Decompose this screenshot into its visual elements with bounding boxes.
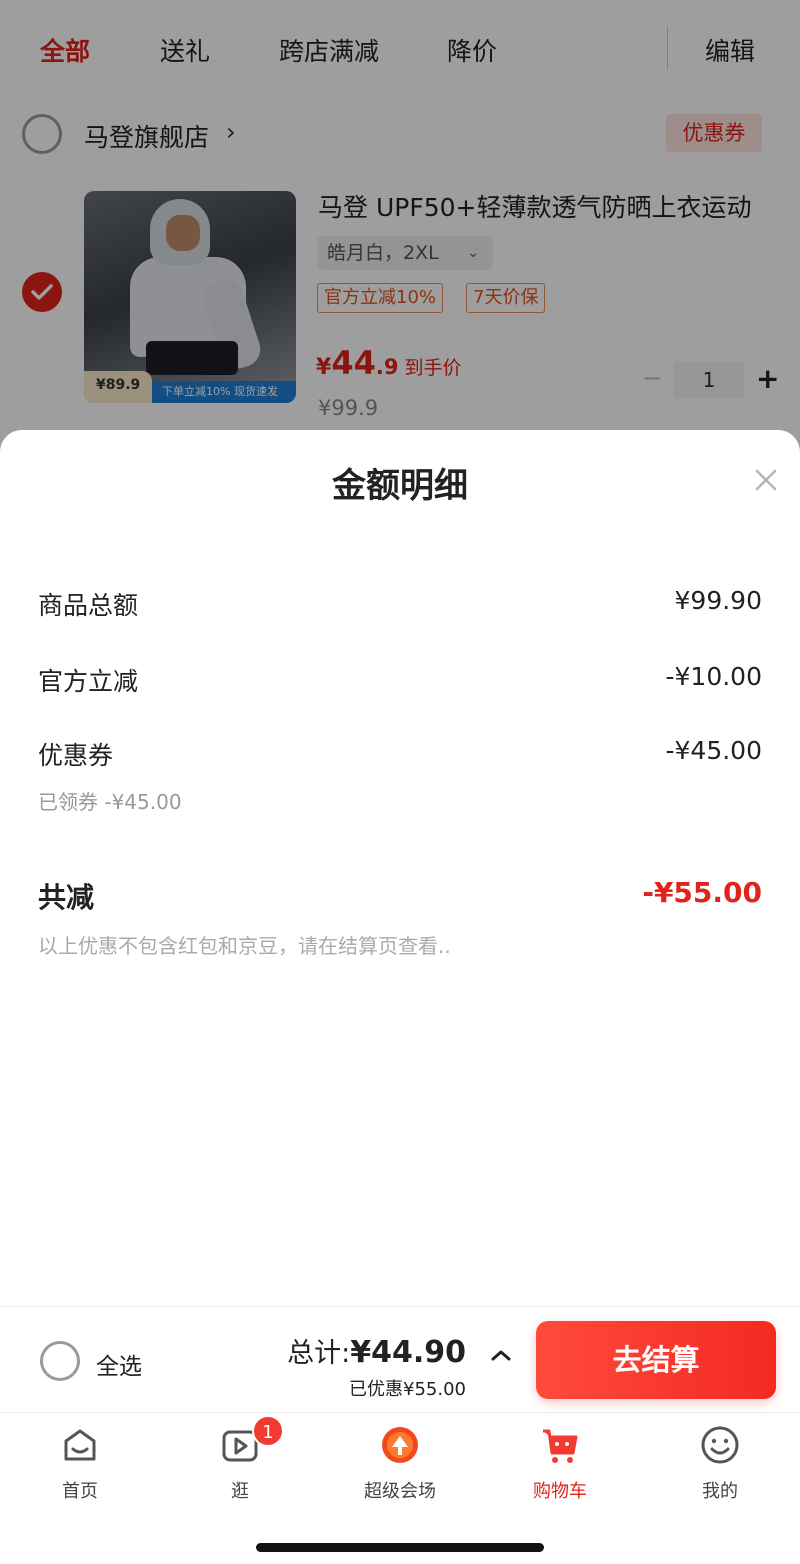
store-select-radio[interactable] bbox=[22, 114, 62, 154]
tab-price-drop[interactable]: 降价 bbox=[447, 32, 497, 68]
price-decimal: .9 bbox=[375, 355, 399, 379]
store-name[interactable]: 马登旗舰店 bbox=[84, 118, 209, 154]
checkmark-icon bbox=[31, 284, 53, 300]
chevron-down-icon: ⌄ bbox=[467, 245, 479, 261]
product-image[interactable]: ¥89.9 下单立减10% 现货速发 bbox=[84, 191, 296, 403]
coupon-label: 优惠券 bbox=[38, 741, 114, 770]
product-title[interactable]: 马登 UPF50+轻薄款透气防晒上衣运动 bbox=[318, 188, 751, 224]
select-all-label[interactable]: 全选 bbox=[96, 1347, 142, 1381]
nav-label-home: 首页 bbox=[62, 1481, 98, 1502]
home-indicator[interactable] bbox=[256, 1543, 544, 1552]
nav-item-cart[interactable]: 购物车 bbox=[500, 1421, 620, 1502]
item-checked-checkbox[interactable] bbox=[22, 272, 62, 312]
notification-badge: 1 bbox=[252, 1415, 284, 1447]
coupon-value: -¥45.00 bbox=[665, 736, 763, 765]
total-label: 总计: bbox=[287, 1338, 351, 1369]
store-coupon-button[interactable]: 优惠券 bbox=[666, 114, 762, 152]
total-value: ¥44.90 bbox=[350, 1335, 466, 1370]
goods-total-label: 商品总额 bbox=[38, 591, 139, 620]
nav-label-cart: 购物车 bbox=[533, 1481, 587, 1502]
bottom-nav: 首页 1 逛 超级会场 购物车 我的 bbox=[0, 1412, 800, 1564]
official-discount-value: -¥10.00 bbox=[665, 662, 763, 691]
close-icon[interactable] bbox=[752, 466, 780, 494]
image-promo-banner: 下单立减10% 现货速发 bbox=[152, 381, 296, 403]
chevron-up-icon[interactable] bbox=[488, 1345, 514, 1365]
image-price-badge: ¥89.9 bbox=[84, 371, 152, 403]
price-label: 到手价 bbox=[404, 357, 462, 379]
official-discount-label: 官方立减 bbox=[38, 667, 139, 696]
cart-page-background: 全部 送礼 跨店满减 降价 编辑 马登旗舰店 › 优惠券 ¥89.9 下单立减1… bbox=[0, 0, 800, 470]
coupon-claimed-note: 已领券 -¥45.00 bbox=[38, 790, 182, 814]
tab-divider bbox=[667, 26, 668, 70]
home-icon bbox=[64, 1429, 96, 1461]
goods-total-value: ¥99.90 bbox=[674, 586, 762, 615]
nav-item-home[interactable]: 首页 bbox=[20, 1421, 140, 1502]
nav-label-super-venue: 超级会场 bbox=[364, 1481, 436, 1502]
nav-label-profile: 我的 bbox=[702, 1481, 738, 1502]
promo-tag-official-discount: 官方立减10% bbox=[317, 283, 444, 313]
total-discount-value: -¥55.00 bbox=[642, 876, 762, 909]
discount-note: 以上优惠不包含红包和京豆，请在结算页查看.. bbox=[38, 934, 451, 958]
checkout-button[interactable]: 去结算 bbox=[536, 1321, 776, 1399]
filter-tabs: 全部 送礼 跨店满减 降价 编辑 bbox=[0, 0, 800, 95]
total-discount-label: 共减 bbox=[38, 881, 95, 914]
tab-all[interactable]: 全部 bbox=[40, 32, 90, 68]
original-price: ¥99.9 bbox=[318, 396, 379, 420]
final-price: ¥44.9 到手价 bbox=[316, 344, 461, 382]
saved-amount: 已优惠¥55.00 bbox=[349, 1379, 466, 1400]
quantity-increase-button[interactable]: + bbox=[756, 362, 779, 395]
store-row: 马登旗舰店 › 优惠券 bbox=[0, 110, 800, 160]
checkout-bar: 全选 总计:¥44.90 已优惠¥55.00 去结算 bbox=[0, 1306, 800, 1412]
amount-detail-sheet: 金额明细 商品总额 ¥99.90 官方立减 -¥10.00 优惠券 -¥45.0… bbox=[0, 430, 800, 1306]
chevron-right-icon: › bbox=[226, 118, 236, 146]
promo-tag-price-protect: 7天价保 bbox=[466, 283, 546, 313]
edit-button[interactable]: 编辑 bbox=[705, 32, 755, 68]
image-badge-price: ¥89.9 bbox=[96, 377, 141, 393]
tab-gift[interactable]: 送礼 bbox=[160, 32, 210, 68]
variant-label: 皓月白，2XL bbox=[327, 242, 439, 264]
profile-icon bbox=[701, 1426, 739, 1464]
select-all-radio[interactable] bbox=[40, 1341, 80, 1381]
price-integer: 44 bbox=[331, 344, 376, 382]
order-total: 总计:¥44.90 bbox=[287, 1331, 466, 1370]
quantity-decrease-button[interactable]: − bbox=[642, 364, 662, 392]
nav-item-profile[interactable]: 我的 bbox=[660, 1421, 780, 1502]
variant-selector[interactable]: 皓月白，2XL ⌄ bbox=[317, 236, 493, 270]
nav-item-explore[interactable]: 1 逛 bbox=[180, 1415, 300, 1502]
nav-label-explore: 逛 bbox=[231, 1481, 249, 1502]
cart-icon bbox=[543, 1429, 578, 1463]
sheet-title: 金额明细 bbox=[332, 466, 468, 506]
nav-item-super-venue[interactable]: 超级会场 bbox=[340, 1421, 460, 1502]
price-currency: ¥ bbox=[316, 355, 332, 380]
tab-cross-store-discount[interactable]: 跨店满减 bbox=[279, 32, 379, 68]
quantity-input[interactable]: 1 bbox=[674, 362, 744, 398]
super-venue-icon bbox=[382, 1427, 418, 1463]
